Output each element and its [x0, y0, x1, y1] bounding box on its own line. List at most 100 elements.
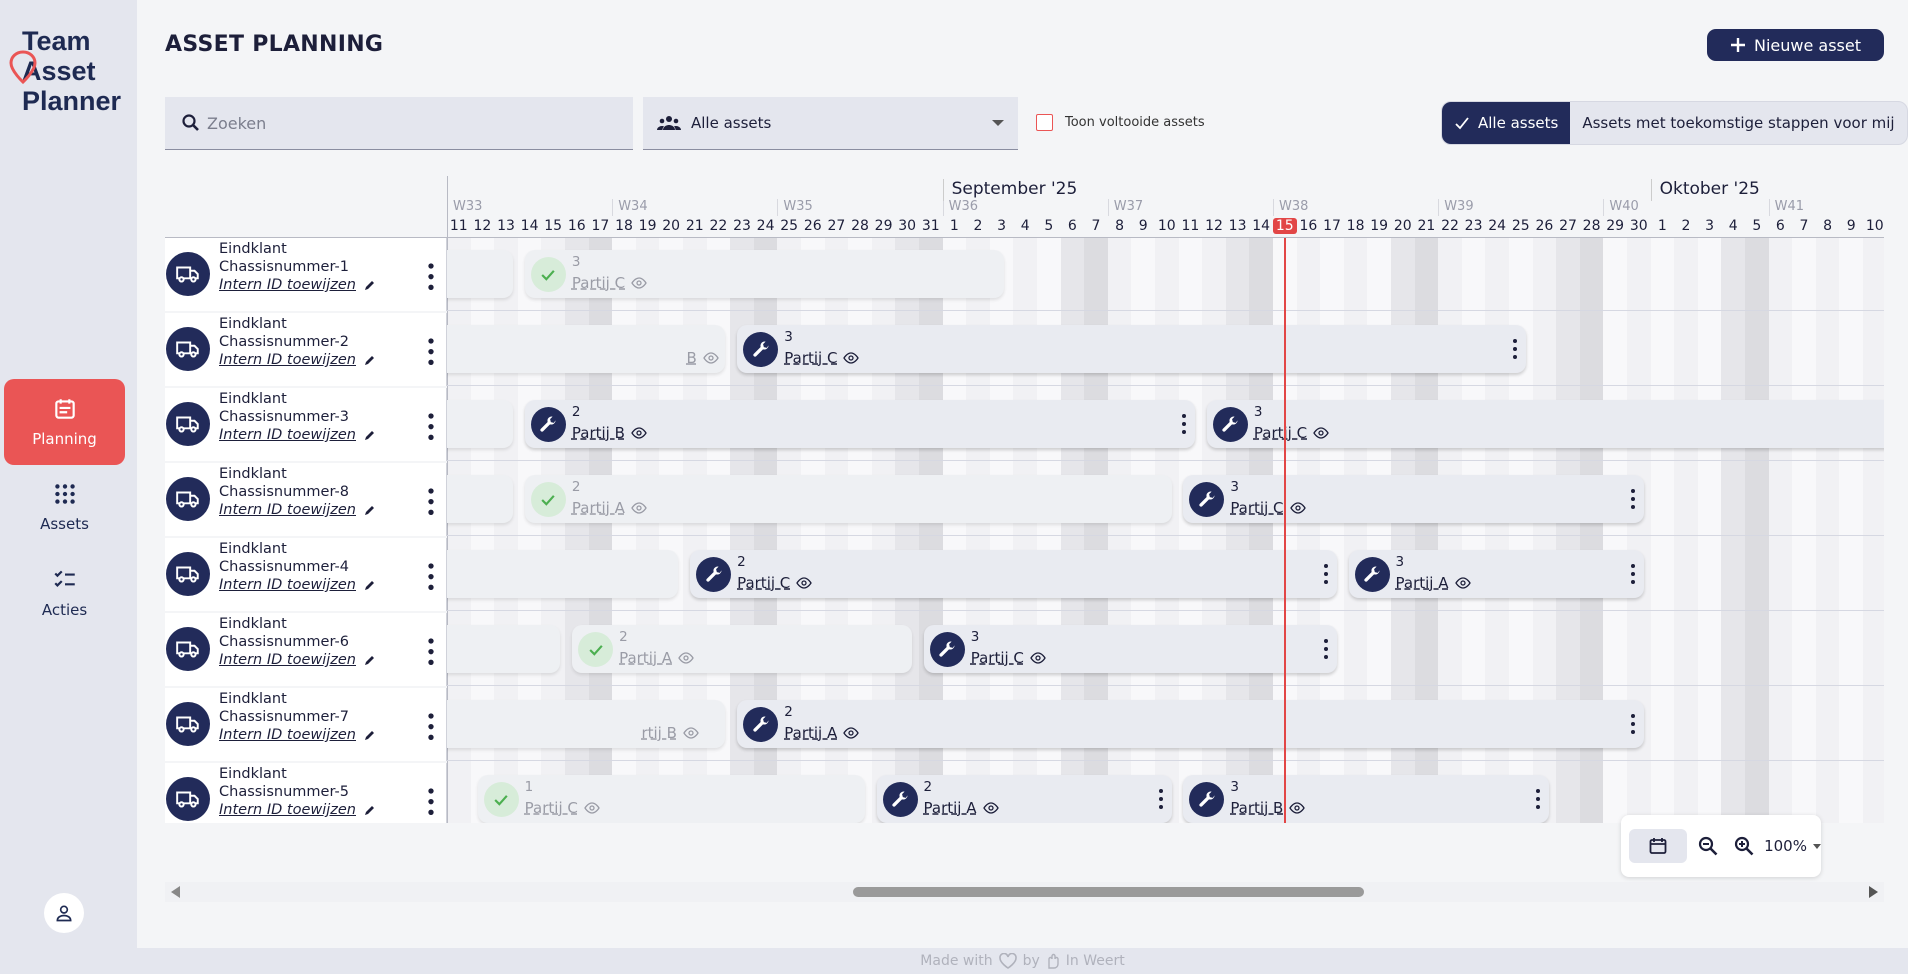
- eye-icon[interactable]: [631, 427, 647, 439]
- party-link[interactable]: Partij A: [784, 724, 837, 742]
- nav-assets[interactable]: Assets: [4, 464, 125, 550]
- edit-icon[interactable]: [364, 429, 376, 441]
- show-completed-checkbox[interactable]: [1036, 114, 1053, 131]
- step-menu-button[interactable]: [1158, 788, 1164, 810]
- assign-intern-id-link[interactable]: Intern ID toewijzen: [219, 502, 376, 518]
- nav-planning[interactable]: Planning: [4, 379, 125, 465]
- party-link[interactable]: Partij C: [737, 574, 790, 592]
- step-menu-button[interactable]: [1323, 563, 1329, 585]
- edit-icon[interactable]: [364, 579, 376, 591]
- eye-icon[interactable]: [1289, 802, 1306, 814]
- planning-step-bar[interactable]: 3 Partij C: [524, 250, 1004, 298]
- row-menu-button[interactable]: [427, 337, 435, 365]
- planning-step-bar[interactable]: 3 Partij C: [923, 625, 1337, 673]
- planning-step-bar[interactable]: 3 Partij C: [737, 325, 1526, 373]
- row-menu-button[interactable]: [427, 562, 435, 590]
- party-link[interactable]: Partij C: [572, 274, 625, 292]
- row-menu-button[interactable]: [427, 412, 435, 440]
- party-link[interactable]: Partij A: [1396, 574, 1449, 592]
- party-link[interactable]: Partij A: [619, 649, 672, 667]
- eye-icon[interactable]: [1030, 652, 1046, 664]
- horizontal-scrollbar[interactable]: [165, 882, 1884, 902]
- planning-step-bar[interactable]: 2 Partij C: [690, 550, 1337, 598]
- eye-icon[interactable]: [843, 727, 860, 739]
- edit-icon[interactable]: [364, 654, 376, 666]
- row-menu-button[interactable]: [427, 262, 435, 290]
- edit-icon[interactable]: [364, 729, 376, 741]
- planning-step-bar[interactable]: 1 Partij C: [477, 775, 865, 823]
- toggle-all-assets[interactable]: Alle assets: [1442, 102, 1571, 144]
- step-menu-button[interactable]: [1630, 713, 1636, 735]
- party-link[interactable]: Partij A: [924, 799, 977, 817]
- nav-acties[interactable]: Acties: [4, 550, 125, 636]
- user-avatar-button[interactable]: [44, 893, 84, 933]
- step-menu-button[interactable]: [1512, 338, 1518, 360]
- planning-step-bar[interactable]: 2 Partij A: [524, 475, 1172, 523]
- logo[interactable]: Team Asset Planner: [9, 26, 126, 116]
- assign-intern-id-link[interactable]: Intern ID toewijzen: [219, 727, 376, 743]
- step-menu-button[interactable]: [1181, 413, 1187, 435]
- zoom-out-button[interactable]: [1691, 829, 1723, 863]
- eye-icon[interactable]: [683, 727, 699, 739]
- eye-icon[interactable]: [796, 577, 813, 589]
- assign-intern-id-link[interactable]: Intern ID toewijzen: [219, 277, 376, 293]
- planning-step-bar[interactable]: 2 Partij A: [876, 775, 1172, 823]
- party-link[interactable]: Partij B: [1230, 799, 1283, 817]
- eye-icon[interactable]: [843, 352, 860, 364]
- eye-icon[interactable]: [982, 802, 999, 814]
- row-menu-button[interactable]: [427, 712, 435, 740]
- scroll-left-arrow-icon[interactable]: [171, 886, 180, 898]
- assign-intern-id-link[interactable]: Intern ID toewijzen: [219, 427, 376, 443]
- edit-icon[interactable]: [364, 504, 376, 516]
- new-asset-button[interactable]: Nieuwe asset: [1707, 29, 1884, 61]
- party-link[interactable]: Partij C: [1230, 499, 1283, 517]
- edit-icon[interactable]: [364, 279, 376, 291]
- party-link[interactable]: Partij C: [971, 649, 1024, 667]
- eye-icon[interactable]: [631, 277, 647, 289]
- eye-icon[interactable]: [1289, 502, 1306, 514]
- eye-icon[interactable]: [703, 352, 719, 364]
- search-field[interactable]: [165, 97, 633, 150]
- planning-step-bar[interactable]: 3 Partij C: [1206, 400, 1884, 448]
- search-input[interactable]: [207, 113, 627, 133]
- asset-filter-select[interactable]: Alle assets: [643, 97, 1018, 150]
- edit-icon[interactable]: [364, 804, 376, 816]
- zoom-in-button[interactable]: [1728, 829, 1760, 863]
- step-menu-button[interactable]: [1323, 638, 1329, 660]
- assign-intern-id-link[interactable]: Intern ID toewijzen: [219, 352, 376, 368]
- party-link[interactable]: Partij A: [572, 499, 625, 517]
- eye-icon[interactable]: [584, 802, 600, 814]
- eye-icon[interactable]: [1313, 427, 1329, 439]
- party-link[interactable]: rtij B: [641, 724, 676, 742]
- row-menu-button[interactable]: [427, 487, 435, 515]
- step-menu-button[interactable]: [1630, 488, 1636, 510]
- party-link[interactable]: Partij B: [572, 424, 625, 442]
- go-to-today-button[interactable]: [1629, 829, 1688, 863]
- toggle-my-future-steps[interactable]: Assets met toekomstige stappen voor mij: [1570, 102, 1906, 144]
- planning-step-bar[interactable]: 3 Partij B: [1183, 775, 1550, 823]
- eye-icon[interactable]: [1454, 577, 1471, 589]
- eye-icon[interactable]: [631, 502, 647, 514]
- edit-icon[interactable]: [364, 354, 376, 366]
- planning-step-bar[interactable]: 3 Partij A: [1348, 550, 1644, 598]
- assign-intern-id-link[interactable]: Intern ID toewijzen: [219, 802, 376, 818]
- planning-step-bar[interactable]: 2 Partij A: [572, 625, 912, 673]
- eye-icon[interactable]: [678, 652, 694, 664]
- step-menu-button[interactable]: [1630, 563, 1636, 585]
- planning-step-bar[interactable]: 2 Partij A: [737, 700, 1644, 748]
- party-link[interactable]: Partij C: [784, 349, 837, 367]
- planning-step-bar[interactable]: 2 Partij B: [524, 400, 1196, 448]
- scrollbar-thumb[interactable]: [853, 887, 1364, 897]
- assign-intern-id-link[interactable]: Intern ID toewijzen: [219, 577, 376, 593]
- planning-step-bar[interactable]: 3 Partij C: [1183, 475, 1644, 523]
- step-menu-button[interactable]: [1535, 788, 1541, 810]
- show-completed-toggle[interactable]: Toon voltooide assets: [1036, 114, 1205, 131]
- row-menu-button[interactable]: [427, 787, 435, 815]
- party-link[interactable]: Partij C: [525, 799, 578, 817]
- zoom-level-select[interactable]: 100%: [1764, 837, 1807, 855]
- assign-intern-id-link[interactable]: Intern ID toewijzen: [219, 652, 376, 668]
- row-menu-button[interactable]: [427, 637, 435, 665]
- scroll-right-arrow-icon[interactable]: [1869, 886, 1878, 898]
- party-link[interactable]: Partij C: [1254, 424, 1307, 442]
- party-link[interactable]: B: [686, 349, 696, 367]
